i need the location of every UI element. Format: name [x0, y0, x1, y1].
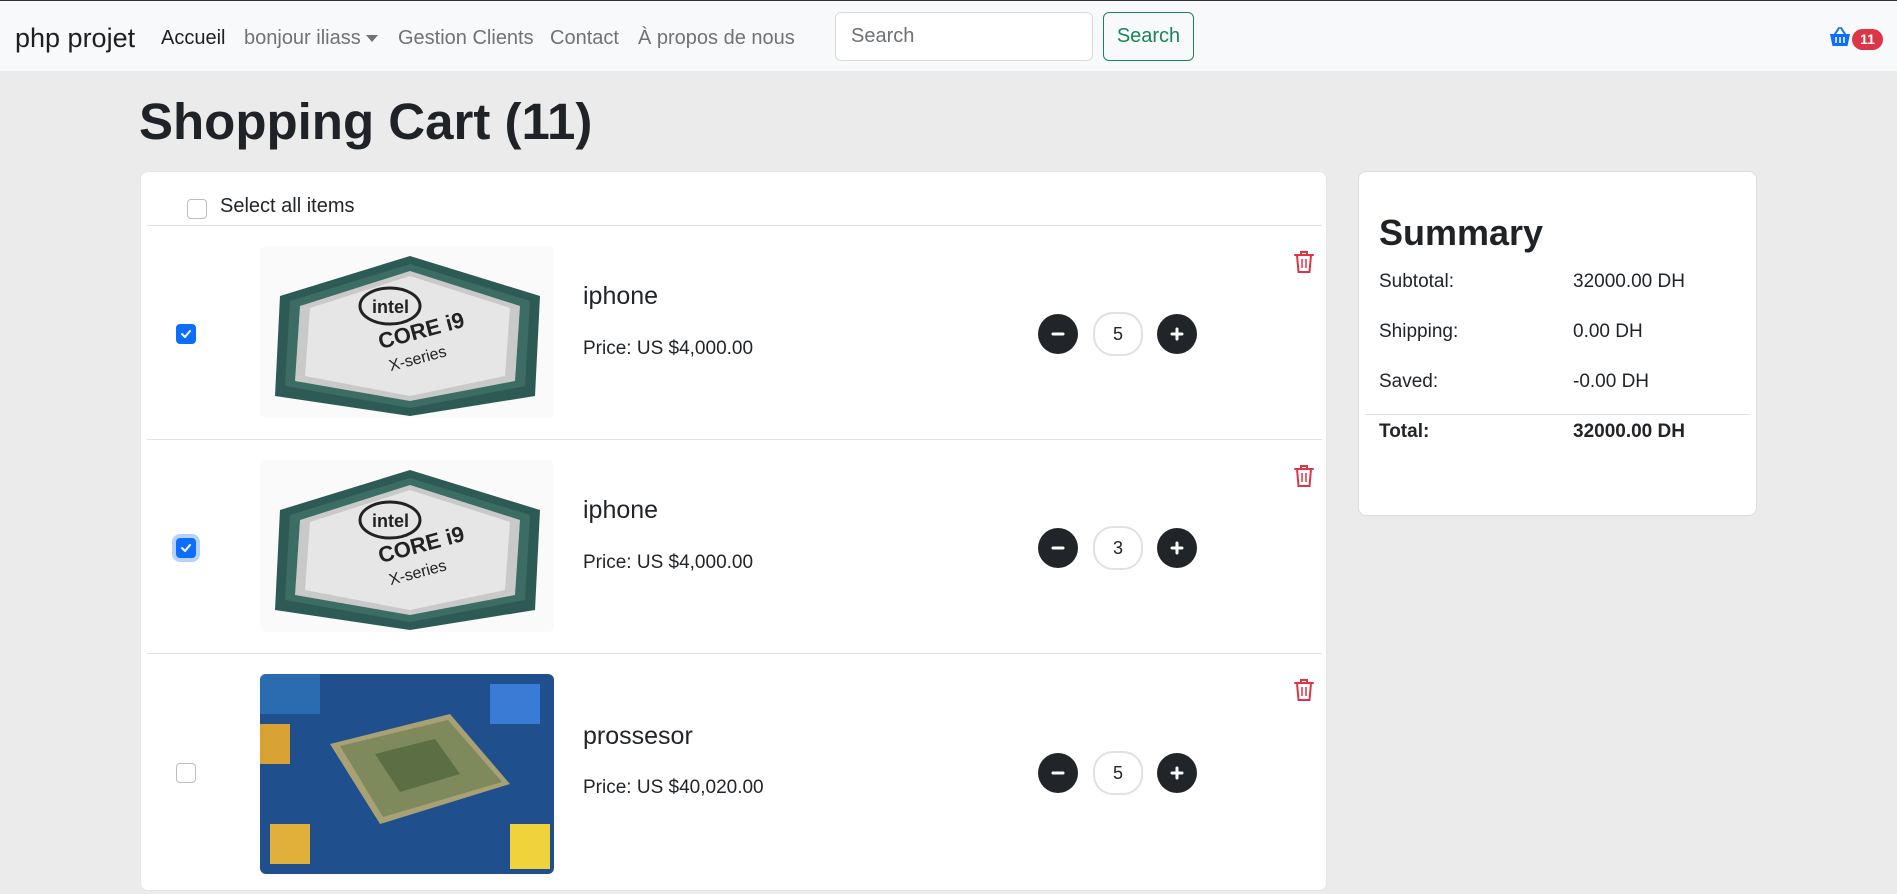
product-name: iphone [583, 282, 659, 310]
total-value: 32000.00 DH [1573, 421, 1685, 442]
navbar: php projet Accueil bonjour iliass Gestio… [0, 0, 1897, 71]
cart-items-card: Select all items intel CORE i9 X-series … [140, 171, 1327, 891]
nav-link-about[interactable]: À propos de nous [638, 27, 795, 50]
trash-icon[interactable] [1293, 678, 1315, 702]
cart-count-badge: 11 [1852, 29, 1883, 50]
product-image [260, 674, 554, 874]
trash-icon[interactable] [1293, 464, 1315, 488]
decrease-quantity-button[interactable] [1038, 528, 1078, 568]
increase-quantity-button[interactable] [1157, 528, 1197, 568]
search-button[interactable]: Search [1103, 12, 1194, 61]
decrease-quantity-button[interactable] [1038, 314, 1078, 354]
svg-text:intel: intel [372, 511, 409, 531]
cart-item: intel CORE i9 X-series iphone Price: US … [147, 226, 1322, 440]
cart-item: prossesor Price: US $40,020.00 [147, 654, 1322, 894]
nav-dropdown-user-label: bonjour iliass [244, 27, 361, 49]
minus-icon [1051, 332, 1065, 336]
product-image: intel CORE i9 X-series [260, 246, 554, 418]
item-checkbox[interactable] [176, 763, 196, 783]
subtotal-value: 32000.00 DH [1573, 271, 1685, 292]
plus-icon [1170, 541, 1184, 555]
shipping-value: 0.00 DH [1573, 321, 1643, 342]
quantity-input[interactable] [1093, 526, 1143, 570]
summary-divider [1365, 414, 1750, 415]
total-label: Total: [1379, 421, 1430, 442]
trash-icon[interactable] [1293, 250, 1315, 274]
product-name: iphone [583, 496, 659, 524]
quantity-input[interactable] [1093, 751, 1143, 795]
chevron-down-icon [365, 35, 378, 43]
select-all-label: Select all items [220, 195, 355, 217]
item-checkbox[interactable] [176, 538, 196, 558]
nav-link-gestion-clients[interactable]: Gestion Clients [398, 27, 534, 50]
plus-icon [1170, 766, 1184, 780]
increase-quantity-button[interactable] [1157, 753, 1197, 793]
saved-value: -0.00 DH [1573, 371, 1650, 392]
svg-text:intel: intel [372, 297, 409, 317]
cart-item: intel CORE i9 X-series iphone Price: US … [147, 440, 1322, 654]
saved-label: Saved: [1379, 371, 1439, 392]
navbar-brand[interactable]: php projet [15, 23, 135, 54]
nav-link-accueil[interactable]: Accueil [161, 27, 225, 50]
minus-icon [1051, 771, 1065, 775]
item-checkbox[interactable] [176, 324, 196, 344]
shipping-label: Shipping: [1379, 321, 1459, 342]
select-all-row: Select all items [147, 172, 1322, 226]
product-price: Price: US $4,000.00 [583, 552, 754, 573]
decrease-quantity-button[interactable] [1038, 753, 1078, 793]
nav-link-contact[interactable]: Contact [550, 27, 619, 50]
nav-dropdown-user[interactable]: bonjour iliass [244, 27, 378, 50]
product-price: Price: US $40,020.00 [583, 777, 764, 798]
minus-icon [1051, 546, 1065, 550]
increase-quantity-button[interactable] [1157, 314, 1197, 354]
product-price: Price: US $4,000.00 [583, 338, 754, 359]
product-name: prossesor [583, 722, 693, 750]
subtotal-label: Subtotal: [1379, 271, 1454, 292]
quantity-input[interactable] [1093, 312, 1143, 356]
summary-title: Summary [1379, 212, 1544, 253]
search-input[interactable] [835, 12, 1093, 61]
basket-icon[interactable] [1828, 26, 1852, 48]
plus-icon [1170, 327, 1184, 341]
page-title: Shopping Cart (11) [139, 93, 593, 150]
select-all-checkbox[interactable] [187, 199, 207, 219]
summary-card: Summary Subtotal: 32000.00 DH Shipping: … [1358, 171, 1757, 516]
product-image: intel CORE i9 X-series [260, 460, 554, 632]
